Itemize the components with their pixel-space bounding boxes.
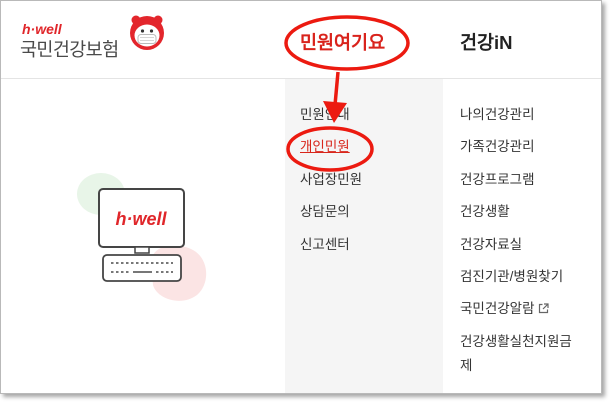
monitor-stand xyxy=(134,246,150,254)
logo-brand-text: h·well xyxy=(22,21,62,37)
menu-link-business-civil[interactable]: 사업장민원 xyxy=(300,172,362,187)
list-item: 건강자료실 xyxy=(460,229,583,261)
menu-link-find-hospital[interactable]: 검진기관/병원찾기 xyxy=(460,269,563,284)
page-frame: h·well 국민건강보험 민원여기요 건강iN h·well 민원안내 개인민… xyxy=(0,0,602,394)
external-link-icon xyxy=(538,303,549,314)
submenu-health-in: 나의건강관리 가족건강관리 건강프로그램 건강생활 건강자료실 검진기관/병원찾… xyxy=(443,79,601,393)
list-item: 건강생활실천지원금제 xyxy=(460,326,583,378)
list-item: 사업장민원 xyxy=(300,164,362,196)
menu-link-label: 국민건강알람 xyxy=(460,301,535,317)
menu-link-health-program[interactable]: 건강프로그램 xyxy=(460,172,535,187)
menu-link-civil-guide[interactable]: 민원안내 xyxy=(300,107,350,122)
submenu-civil-service: 민원안내 개인민원 사업장민원 상담문의 신고센터 xyxy=(285,79,443,393)
menu-link-healthy-living-subsidy[interactable]: 건강생활실천지원금제 xyxy=(460,334,572,373)
list-item: 건강생활 xyxy=(460,196,583,228)
list-item: 나의건강관리 xyxy=(460,99,583,131)
computer-illustration: h·well xyxy=(77,173,207,301)
civil-menu-list: 민원안내 개인민원 사업장민원 상담문의 신고센터 xyxy=(300,99,362,261)
menu-link-health-alarm[interactable]: 국민건강알람 xyxy=(460,301,549,316)
logo-org-name: 국민건강보험 xyxy=(20,39,119,60)
nav-civil-service[interactable]: 민원여기요 xyxy=(300,31,385,55)
list-item: 국민건강알람 xyxy=(460,293,583,325)
menu-link-health-library[interactable]: 건강자료실 xyxy=(460,237,522,252)
menu-link-family-health[interactable]: 가족건강관리 xyxy=(460,139,535,154)
monitor-brand-text: h·well xyxy=(115,209,167,229)
list-item: 건강프로그램 xyxy=(460,164,583,196)
menu-link-consultation[interactable]: 상담문의 xyxy=(300,204,350,219)
health-menu-list: 나의건강관리 가족건강관리 건강프로그램 건강생활 건강자료실 검진기관/병원찾… xyxy=(460,99,583,378)
list-item: 가족건강관리 xyxy=(460,131,583,163)
list-item: 검진기관/병원찾기 xyxy=(460,261,583,293)
list-item: 민원안내 xyxy=(300,99,362,131)
keyboard xyxy=(102,254,182,282)
list-item: 신고센터 xyxy=(300,229,362,261)
list-item: 상담문의 xyxy=(300,196,362,228)
menu-link-report-center[interactable]: 신고센터 xyxy=(300,237,350,252)
menu-link-my-health[interactable]: 나의건강관리 xyxy=(460,107,535,122)
menu-link-personal-civil[interactable]: 개인민원 xyxy=(300,139,350,154)
list-item: 개인민원 xyxy=(300,131,362,163)
site-logo[interactable]: h·well 국민건강보험 xyxy=(1,1,176,71)
mascot-icon xyxy=(130,15,164,50)
menu-link-healthy-living[interactable]: 건강생활 xyxy=(460,204,510,219)
nav-health-in[interactable]: 건강iN xyxy=(460,31,513,55)
